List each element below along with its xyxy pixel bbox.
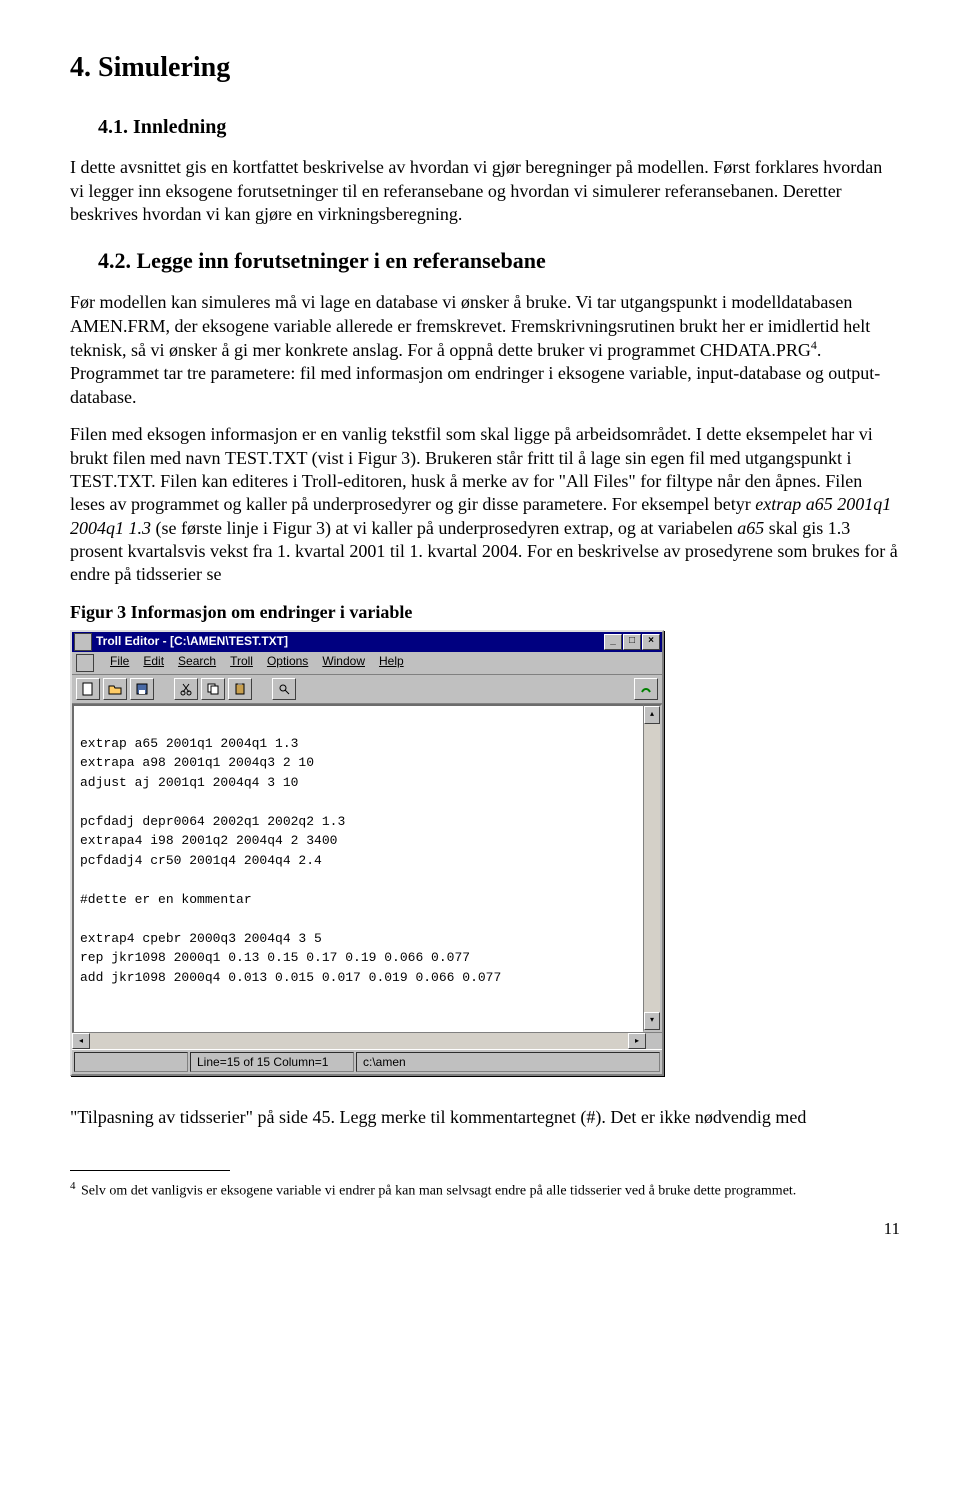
page-number: 11 (70, 1218, 900, 1240)
horizontal-scrollbar[interactable]: ◂ ▸ (72, 1032, 662, 1049)
footnote-4: 4 Selv om det vanligvis er eksogene vari… (70, 1179, 900, 1201)
footnote-number: 4 (70, 1180, 76, 1192)
footnote-separator (70, 1170, 230, 1171)
doc-icon (76, 654, 94, 672)
menu-search[interactable]: Search (178, 654, 216, 672)
minimize-button[interactable]: _ (604, 634, 622, 650)
menu-file[interactable]: File (110, 654, 129, 672)
troll-editor-window: Troll Editor - [C:\AMEN\TEST.TXT] _ □ × … (70, 630, 664, 1076)
maximize-button[interactable]: □ (623, 634, 641, 650)
text: .FRM (123, 316, 166, 336)
new-icon[interactable] (76, 678, 100, 700)
amen-label: AMEN (70, 316, 123, 336)
status-path: c:\amen (356, 1052, 660, 1072)
para-41-1: I dette avsnittet gis en kortfattet besk… (70, 156, 900, 226)
heading-simulering: 4. Simulering (70, 50, 900, 86)
find-icon[interactable] (272, 678, 296, 700)
window-controls: _ □ × (604, 634, 660, 650)
cut-icon[interactable] (174, 678, 198, 700)
save-icon[interactable] (130, 678, 154, 700)
status-line-col: Line=15 of 15 Column=1 (190, 1052, 354, 1072)
close-button[interactable]: × (642, 634, 660, 650)
a65-var: a65 (737, 518, 764, 538)
menu-edit[interactable]: Edit (143, 654, 164, 672)
run-icon[interactable] (634, 678, 658, 700)
menu-options[interactable]: Options (267, 654, 308, 672)
scroll-left-icon[interactable]: ◂ (72, 1033, 90, 1049)
toolbar (72, 675, 662, 704)
heading-legge-inn: 4.2. Legge inn forutsetninger i en refer… (70, 247, 900, 276)
status-empty (74, 1052, 188, 1072)
scroll-right-icon[interactable]: ▸ (628, 1033, 646, 1049)
paste-icon[interactable] (228, 678, 252, 700)
menubar: File Edit Search Troll Options Window He… (72, 652, 662, 675)
menu-troll[interactable]: Troll (230, 654, 253, 672)
text: (vist i Figur 3). Brukeren står fritt ti… (307, 448, 851, 468)
text: Før modellen kan simuleres må vi lage en… (70, 292, 852, 312)
menu-help[interactable]: Help (379, 654, 404, 672)
text: .TXT (268, 448, 307, 468)
open-icon[interactable] (103, 678, 127, 700)
titlebar: Troll Editor - [C:\AMEN\TEST.TXT] _ □ × (72, 632, 662, 652)
test-label-2: TEST (70, 471, 113, 491)
chdata-label: CHDATA (700, 340, 772, 360)
test-label: TEST (225, 448, 268, 468)
scroll-up-icon[interactable]: ▴ (644, 706, 660, 724)
text: .PRG (771, 340, 811, 360)
para-after-figure: "Tilpasning av tidsserier" på side 45. L… (70, 1106, 900, 1129)
menu-window[interactable]: Window (322, 654, 365, 672)
app-icon (74, 633, 92, 651)
scroll-down-icon[interactable]: ▾ (644, 1012, 660, 1030)
para-42-2: Filen med eksogen informasjon er en vanl… (70, 423, 900, 587)
copy-icon[interactable] (201, 678, 225, 700)
vertical-scrollbar[interactable]: ▴ ▾ (643, 704, 662, 1032)
para-42-1: Før modellen kan simuleres må vi lage en… (70, 291, 900, 409)
window-title: Troll Editor - [C:\AMEN\TEST.TXT] (96, 634, 604, 650)
text: .TXT (113, 471, 151, 491)
footnote-text: Selv om det vanligvis er eksogene variab… (78, 1183, 797, 1198)
text: (se første linje i Figur 3) at vi kaller… (151, 518, 737, 538)
heading-innledning: 4.1. Innledning (70, 114, 900, 140)
editor-textarea[interactable]: extrap a65 2001q1 2004q1 1.3 extrapa a98… (72, 704, 643, 1032)
figure-3-caption: Figur 3 Informasjon om endringer i varia… (70, 601, 900, 624)
statusbar: Line=15 of 15 Column=1 c:\amen (72, 1049, 662, 1074)
text: . Filen kan editeres i Troll-editoren, h… (70, 471, 862, 514)
